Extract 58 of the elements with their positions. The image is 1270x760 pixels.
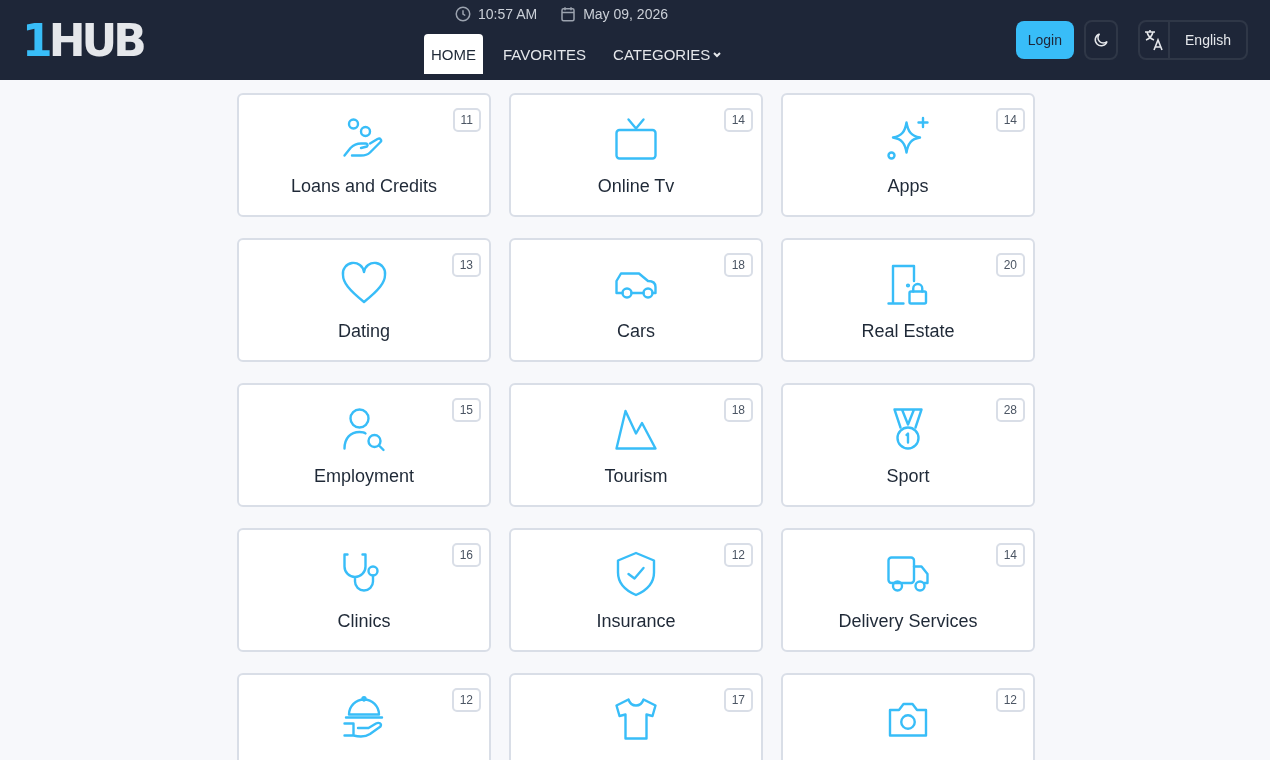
category-label: Dating [338, 321, 390, 342]
sparkle-icon [884, 115, 932, 163]
date-text: May 09, 2026 [583, 6, 668, 22]
nav-tab[interactable]: HOME [424, 34, 483, 74]
category-card[interactable]: Sport 28 [781, 383, 1035, 507]
category-card[interactable]: Apps 14 [781, 93, 1035, 217]
count-badge: 28 [995, 398, 1025, 422]
category-label: Apps [887, 176, 929, 197]
category-card[interactable]: Employment 15 [237, 383, 491, 507]
calendar-icon [559, 5, 578, 23]
count-badge: 15 [451, 398, 481, 422]
count-badge: 17 [723, 688, 753, 712]
login-button[interactable]: Login [1015, 21, 1074, 59]
count-badge: 12 [723, 543, 753, 567]
logo[interactable]: 1HUB [22, 0, 143, 80]
tv-icon [612, 115, 660, 163]
shirt-icon [612, 695, 660, 743]
category-label: Real Estate [861, 321, 955, 342]
person-search-icon [340, 405, 388, 453]
count-badge: 20 [995, 253, 1025, 277]
category-card[interactable]: Tourism 18 [509, 383, 763, 507]
count-badge: 12 [451, 688, 481, 712]
category-card[interactable]: 12 [781, 673, 1035, 760]
clock-icon [454, 5, 472, 23]
moon-icon [1092, 31, 1110, 49]
category-label: Clinics [337, 611, 391, 632]
count-badge: 16 [451, 543, 481, 567]
category-card[interactable]: Cars 18 [509, 238, 763, 362]
category-label: Insurance [596, 611, 676, 632]
category-label: Sport [886, 466, 930, 487]
count-badge: 14 [995, 543, 1025, 567]
category-label: Employment [313, 466, 414, 487]
count-badge: 14 [723, 108, 753, 132]
category-card[interactable]: 12 [237, 673, 491, 760]
category-card[interactable]: 17 [509, 673, 763, 760]
category-label: Delivery Services [838, 611, 978, 632]
count-badge: 18 [723, 253, 753, 277]
category-card[interactable]: Clinics 16 [237, 528, 491, 652]
nav-tab[interactable]: CATEGORIES [606, 34, 729, 74]
category-label: Tourism [604, 466, 668, 487]
category-label: Cars [617, 321, 655, 342]
nav-tab[interactable]: FAVORITES [496, 34, 594, 74]
category-card[interactable]: Delivery Services 14 [781, 528, 1035, 652]
category-label: Online Tv [597, 176, 675, 197]
count-badge: 18 [723, 398, 753, 422]
count-badge: 12 [995, 688, 1025, 712]
dark-mode-button[interactable] [1084, 20, 1118, 60]
category-card[interactable]: Insurance 12 [509, 528, 763, 652]
category-label: Loans and Credits [290, 176, 438, 197]
category-card[interactable]: Loans and Credits 11 [237, 93, 491, 217]
count-badge: 14 [995, 108, 1025, 132]
category-card[interactable]: Real Estate 20 [781, 238, 1035, 362]
time-text: 10:57 AM [478, 6, 538, 22]
count-badge: 13 [451, 253, 481, 277]
count-badge: 11 [452, 108, 481, 132]
language-select[interactable]: English [1138, 20, 1248, 60]
category-card[interactable]: Online Tv 14 [509, 93, 763, 217]
category-card[interactable]: Dating 13 [237, 238, 491, 362]
